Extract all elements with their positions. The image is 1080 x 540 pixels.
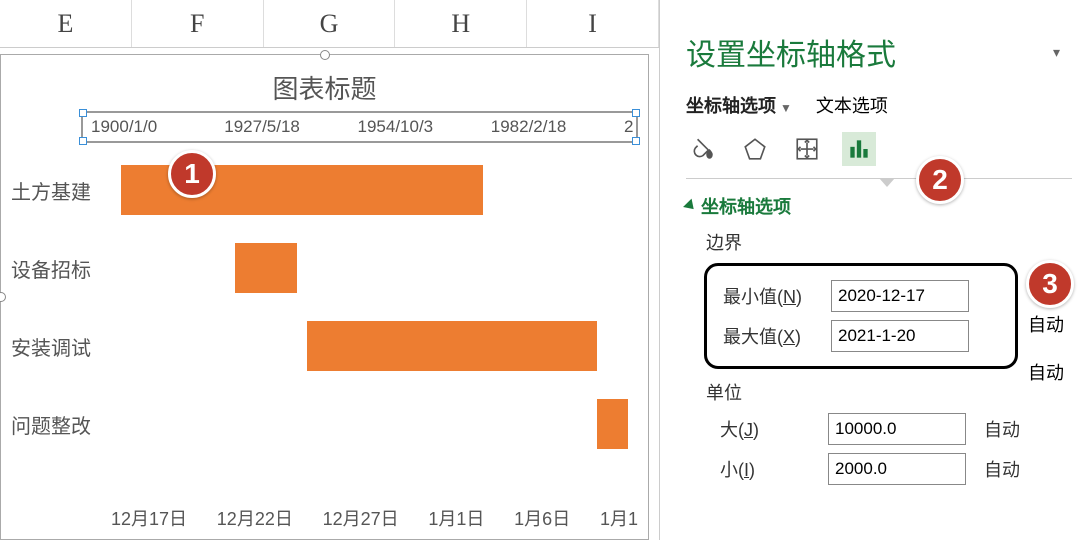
- selection-handle-icon: [79, 137, 87, 145]
- section-axis-options[interactable]: 坐标轴选项: [686, 193, 1072, 219]
- annotation-badge-2: 2: [916, 156, 964, 204]
- category-label: 设备招标: [11, 254, 121, 283]
- axis-tick-label: 12月22日: [217, 505, 293, 531]
- worksheet-chart-area: E F G H I 图表标题 1900/1/0 1927/5/18 1954/1…: [0, 0, 660, 540]
- tab-axis-options[interactable]: 坐标轴选项▼: [686, 92, 792, 118]
- selection-handle-icon: [632, 109, 640, 117]
- auto-label: 自动: [1028, 311, 1064, 337]
- effects-icon[interactable]: [738, 132, 772, 166]
- active-tab-indicator-icon: [879, 178, 895, 187]
- min-bound-input[interactable]: [831, 280, 969, 312]
- resize-handle-icon[interactable]: [0, 292, 6, 302]
- column-header[interactable]: H: [395, 0, 527, 47]
- units-heading: 单位: [706, 379, 1072, 405]
- axis-tick-label: 1月1: [600, 505, 638, 531]
- axis-tick-label: 2: [616, 117, 636, 137]
- horizontal-axis-selected[interactable]: 1900/1/0 1927/5/18 1954/10/3 1982/2/18 2: [81, 111, 638, 143]
- format-axis-pane: 设置坐标轴格式 ▾ 坐标轴选项▼ 文本选项 坐标轴选项: [660, 0, 1080, 540]
- pane-menu-button[interactable]: ▾: [1053, 44, 1060, 61]
- pane-icon-tabs: [686, 132, 1072, 179]
- axis-options-icon[interactable]: [842, 132, 876, 166]
- data-bar[interactable]: [307, 321, 597, 371]
- major-unit-input[interactable]: [828, 413, 966, 445]
- category-label: 土方基建: [11, 176, 121, 205]
- axis-tick-label: 1月6日: [514, 505, 570, 531]
- minor-unit-label: 小(I): [720, 456, 828, 482]
- auto-label: 自动: [984, 416, 1020, 442]
- axis-tick-label: 1月1日: [428, 505, 484, 531]
- expand-icon: [683, 199, 698, 214]
- max-bound-label: 最大值(X): [723, 323, 831, 349]
- tab-text-options[interactable]: 文本选项: [816, 92, 888, 118]
- plot-area[interactable]: 土方基建 设备招标 安装调试 问题整改: [11, 155, 638, 499]
- pane-tabs: 坐标轴选项▼ 文本选项: [686, 92, 1072, 118]
- chart-title[interactable]: 图表标题: [1, 55, 648, 112]
- fill-line-icon[interactable]: [686, 132, 720, 166]
- selection-handle-icon: [79, 109, 87, 117]
- category-label: 问题整改: [11, 410, 121, 439]
- column-header[interactable]: E: [0, 0, 132, 47]
- column-headers: E F G H I: [0, 0, 659, 48]
- bounds-heading: 边界: [706, 229, 1072, 255]
- min-bound-label: 最小值(N): [723, 283, 831, 309]
- data-bar[interactable]: [235, 243, 297, 293]
- axis-tick-label: 1982/2/18: [483, 117, 616, 137]
- resize-handle-icon[interactable]: [320, 50, 330, 60]
- axis-tick-label: 1927/5/18: [216, 117, 349, 137]
- column-header[interactable]: I: [527, 0, 659, 47]
- minor-unit-input[interactable]: [828, 453, 966, 485]
- embedded-chart[interactable]: 图表标题 1900/1/0 1927/5/18 1954/10/3 1982/2…: [0, 54, 649, 540]
- axis-tick-label: 12月17日: [111, 505, 187, 531]
- size-properties-icon[interactable]: [790, 132, 824, 166]
- axis-tick-label: 1954/10/3: [350, 117, 483, 137]
- auto-label: 自动: [1028, 359, 1064, 385]
- bounds-callout-box: 最小值(N) 最大值(X): [704, 263, 1018, 369]
- column-header[interactable]: G: [264, 0, 396, 47]
- pane-title: 设置坐标轴格式: [686, 30, 1072, 74]
- annotation-badge-3: 3: [1026, 260, 1074, 308]
- data-bar[interactable]: [597, 399, 628, 449]
- major-unit-label: 大(J): [720, 416, 828, 442]
- axis-tick-label: 12月27日: [323, 505, 399, 531]
- column-header[interactable]: F: [132, 0, 264, 47]
- secondary-axis[interactable]: 12月17日 12月22日 12月27日 1月1日 1月6日 1月1: [111, 505, 638, 531]
- annotation-badge-1: 1: [168, 150, 216, 198]
- auto-label: 自动: [984, 456, 1020, 482]
- max-bound-input[interactable]: [831, 320, 969, 352]
- category-label: 安装调试: [11, 332, 121, 361]
- axis-tick-label: 1900/1/0: [83, 117, 216, 137]
- selection-handle-icon: [632, 137, 640, 145]
